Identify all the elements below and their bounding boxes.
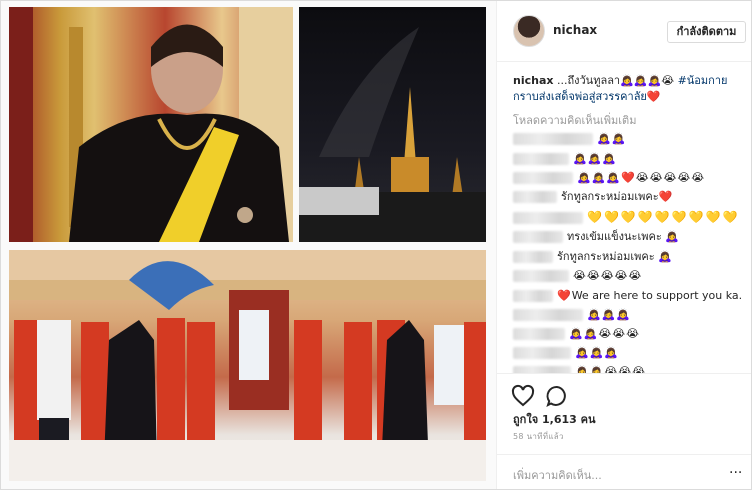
load-more-comments[interactable]: โหลดความคิดเห็นเพิ่มเติม xyxy=(513,111,636,129)
comment-emoji: 🙇‍♀️🙇‍♀️😭😭😭 xyxy=(569,327,640,340)
comment-row: รักทูลกระหม่อมเพคะ❤️ xyxy=(513,189,673,205)
comment-emoji: ❤️ xyxy=(658,190,674,203)
likes-unit: คน xyxy=(580,413,596,426)
comment-emoji: 🙇‍♀️🙇‍♀️🙇‍♀️ xyxy=(587,308,632,321)
comment-emoji: 🙇‍♀️🙇‍♀️🙇‍♀️ xyxy=(573,152,618,165)
blurred-username xyxy=(513,251,553,263)
blurred-username xyxy=(513,191,557,203)
comment-emoji: 😭😭😭😭😭 xyxy=(573,269,643,282)
photo-royal-procession xyxy=(9,250,486,481)
blurred-username xyxy=(513,347,571,359)
comment-emoji: 🙇‍♀️🙇‍♀️😭😭😭 xyxy=(575,365,646,373)
comment-row: 😭😭😭😭😭 xyxy=(513,268,642,284)
heart-outline-icon[interactable] xyxy=(511,384,535,408)
comment-row: 🙇‍♀️🙇‍♀️🙇‍♀️ xyxy=(513,345,619,361)
ellipsis-icon[interactable]: ··· xyxy=(729,465,742,481)
instagram-post: nichax กำลังติดตาม nichax ...ถึงวันทูลลา… xyxy=(0,0,752,490)
blurred-username xyxy=(513,212,583,224)
blurred-username xyxy=(513,290,553,302)
comment-row: ❤️We are here to support you ka. xyxy=(513,288,742,304)
comment-row: รักทูลกระหม่อมเพคะ 🙇‍♀️ xyxy=(513,249,673,265)
photo-princess-portrait xyxy=(9,7,293,242)
likes-label: ถูกใจ xyxy=(513,413,539,426)
add-comment-input[interactable]: เพิ่มความคิดเห็น... xyxy=(513,466,602,484)
comment-emoji: 🙇‍♀️ xyxy=(658,250,673,263)
caption-text: ...ถึงวันทูลลา xyxy=(553,74,621,87)
comment-emoji: 🙇‍♀️🙇‍♀️ xyxy=(597,132,627,145)
likes-number: 1,613 xyxy=(541,413,577,426)
comment-row: 🙇‍♀️🙇‍♀️🙇‍♀️ xyxy=(513,307,631,323)
caption-username[interactable]: nichax xyxy=(513,74,553,87)
comment-emoji: 💛💛💛💛💛💛💛💛💛 xyxy=(587,210,740,224)
post-sidebar: nichax กำลังติดตาม nichax ...ถึงวันทูลลา… xyxy=(496,1,751,489)
caption: nichax ...ถึงวันทูลลา🙇‍♀️🙇‍♀️🙇‍♀️😭 #น้อม… xyxy=(513,73,745,105)
comment-row: 🙇‍♀️🙇‍♀️ xyxy=(513,131,626,147)
comment-emoji: 🙇‍♀️🙇‍♀️🙇‍♀️ xyxy=(575,346,620,359)
caption-heart: ❤️ xyxy=(646,90,661,103)
blurred-username xyxy=(513,172,573,184)
post-actions: ถูกใจ 1,613 คน 58 นาทีที่แล้ว เพิ่มความค… xyxy=(497,373,751,489)
comment-row: 💛💛💛💛💛💛💛💛💛 xyxy=(513,209,739,225)
comment-row: ทรงเข้มแข็งนะเพคะ 🙇‍♀️ xyxy=(513,229,680,245)
blurred-username xyxy=(513,133,593,145)
comment-emoji: 🙇‍♀️🙇‍♀️🙇‍♀️❤️😭😭😭😭😭 xyxy=(577,171,706,184)
comment-text: We are here to support you ka. xyxy=(571,289,743,302)
blurred-username xyxy=(513,328,565,340)
caption-emoji: 🙇‍♀️🙇‍♀️🙇‍♀️😭 xyxy=(620,74,675,87)
add-comment-bar: เพิ่มความคิดเห็น... ··· xyxy=(497,454,751,489)
comment-emoji: 🙇‍♀️ xyxy=(665,230,680,243)
avatar[interactable] xyxy=(513,15,545,47)
blurred-username xyxy=(513,270,569,282)
post-timestamp: 58 นาทีที่แล้ว xyxy=(513,432,564,441)
comment-row: 🙇‍♀️🙇‍♀️😭😭😭 xyxy=(513,364,646,373)
comment-text: รักทูลกระหม่อมเพคะ xyxy=(561,190,659,203)
blurred-username xyxy=(513,231,563,243)
comment-row: 🙇‍♀️🙇‍♀️🙇‍♀️ xyxy=(513,151,617,167)
blurred-username xyxy=(513,153,569,165)
post-header: nichax กำลังติดตาม xyxy=(497,1,751,62)
likes-count[interactable]: ถูกใจ 1,613 คน xyxy=(513,410,596,428)
comment-emoji: ❤️ xyxy=(557,289,572,302)
comment-text: รักทูลกระหม่อมเพคะ xyxy=(557,250,655,263)
comment-row: 🙇‍♀️🙇‍♀️😭😭😭 xyxy=(513,326,640,342)
comment-text: ทรงเข้มแข็งนะเพคะ xyxy=(567,230,662,243)
comments-list: nichax ...ถึงวันทูลลา🙇‍♀️🙇‍♀️🙇‍♀️😭 #น้อม… xyxy=(497,63,751,373)
post-media[interactable] xyxy=(1,1,496,489)
photo-crematorium-night xyxy=(299,7,486,242)
username[interactable]: nichax xyxy=(553,23,597,37)
comment-row: 🙇‍♀️🙇‍♀️🙇‍♀️❤️😭😭😭😭😭 xyxy=(513,170,705,186)
blurred-username xyxy=(513,309,583,321)
blurred-username xyxy=(513,366,571,373)
speech-bubble-icon[interactable] xyxy=(545,384,569,408)
following-button[interactable]: กำลังติดตาม xyxy=(667,21,746,43)
